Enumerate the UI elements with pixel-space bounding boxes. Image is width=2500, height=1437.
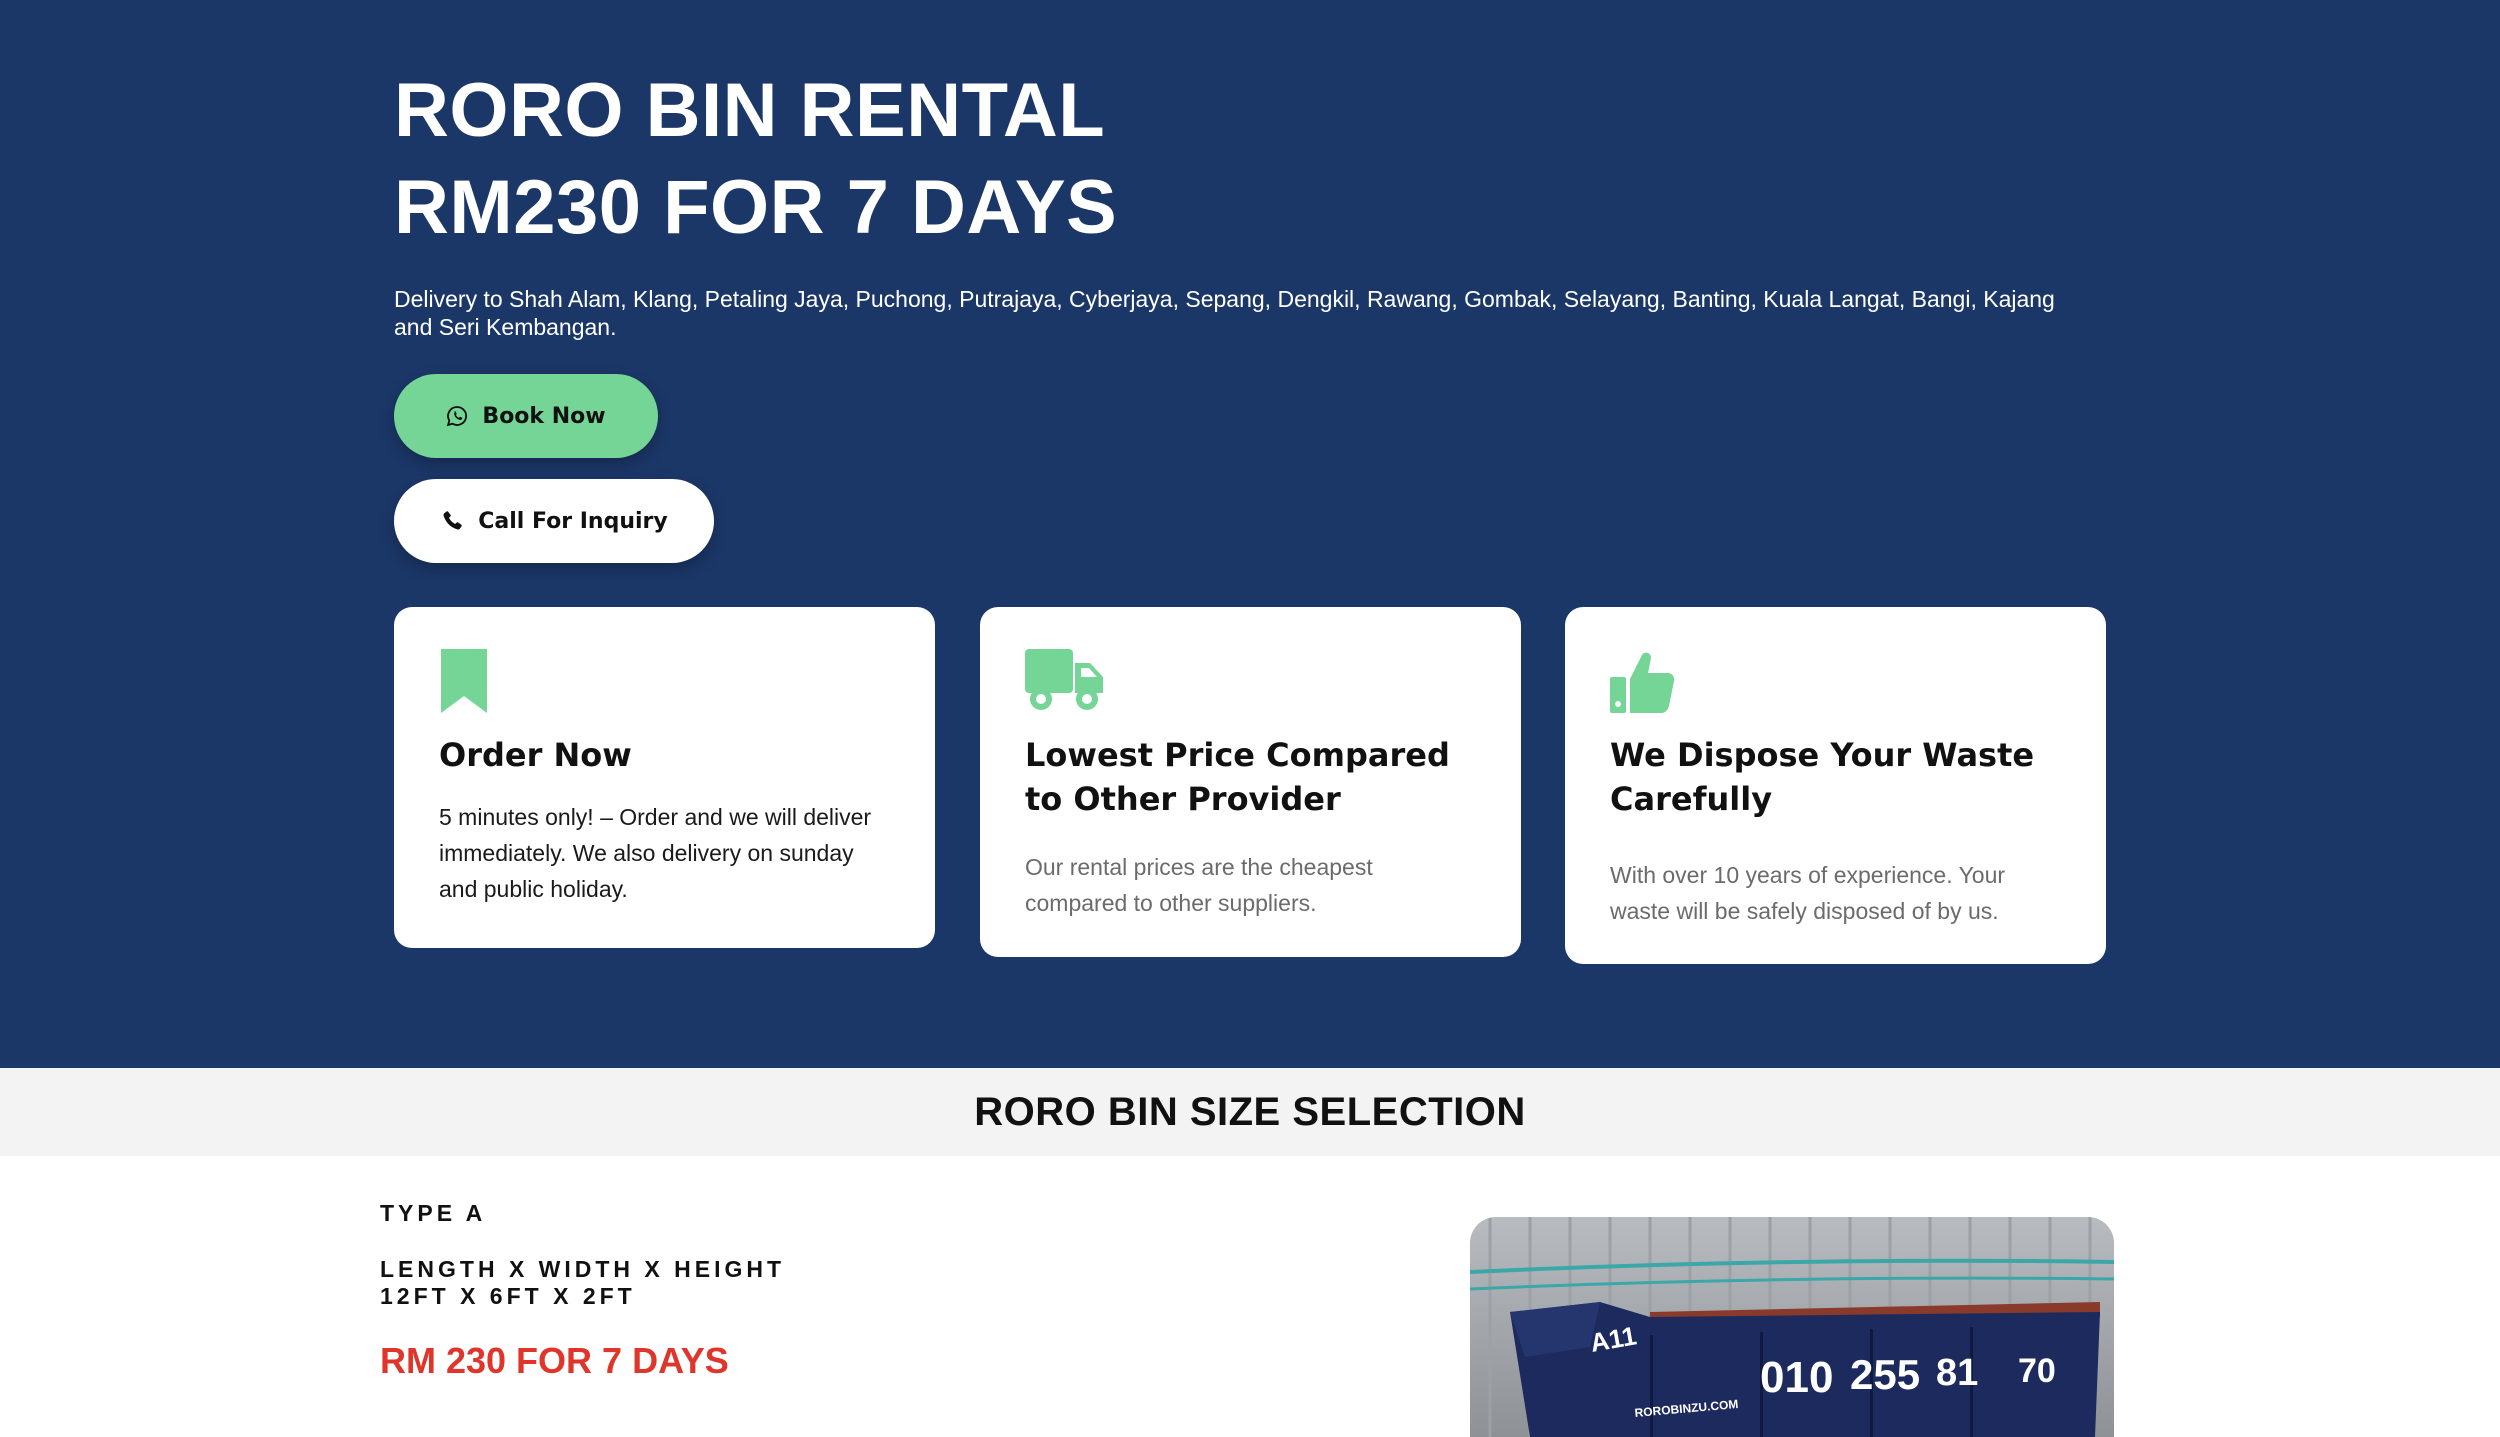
size-selection-band: RORO BIN SIZE SELECTION <box>0 1068 2500 1156</box>
feature-text: 5 minutes only! – Order and we will deli… <box>439 804 872 902</box>
truck-icon <box>1025 649 1103 710</box>
dimensions-label: LENGTH X WIDTH X HEIGHT <box>380 1256 786 1282</box>
phone-part-4: 70 <box>2018 1352 2056 1390</box>
delivery-areas-text: Delivery to Shah Alam, Klang, Petaling J… <box>394 286 2055 340</box>
bin-price: RM 230 FOR 7 DAYS <box>380 1340 729 1381</box>
feature-title: Lowest Price Compared to Other Provider <box>1025 736 1450 818</box>
feature-card-order-now: Order Now 5 minutes only! – Order and we… <box>394 607 935 948</box>
feature-card-dispose-waste: We Dispose Your Waste Carefully With ove… <box>1565 607 2106 964</box>
bookmark-icon <box>441 649 487 713</box>
call-for-inquiry-button[interactable]: Call For Inquiry <box>394 479 714 563</box>
size-selection-title: RORO BIN SIZE SELECTION <box>974 1089 1526 1134</box>
feature-text: With over 10 years of experience. Your w… <box>1610 862 2006 924</box>
book-now-label: Book Now <box>482 403 606 429</box>
thumbs-up-icon <box>1610 652 1675 713</box>
feature-card-lowest-price: Lowest Price Compared to Other Provider … <box>980 607 1521 957</box>
hero-section: RORO BIN RENTAL RM230 FOR 7 DAYS Deliver… <box>0 0 2500 1068</box>
call-for-inquiry-label: Call For Inquiry <box>478 508 668 534</box>
phone-part-1: 010 <box>1760 1353 1833 1402</box>
hero-title-line2: RM230 FOR 7 DAYS <box>394 165 1118 250</box>
dimensions-value: 12FT X 6FT X 2FT <box>380 1283 636 1309</box>
roro-bin-photo: A11 010 255 81 70 ROROBINZU.COM <box>1470 1217 2114 1437</box>
whatsapp-icon <box>447 406 468 427</box>
hero-title-line1: RORO BIN RENTAL <box>394 68 1106 153</box>
hero-title: RORO BIN RENTAL RM230 FOR 7 DAYS <box>394 62 1794 256</box>
bin-type-label: TYPE A <box>380 1200 487 1226</box>
feature-title: We Dispose Your Waste Carefully <box>1610 736 2035 818</box>
feature-text: Our rental prices are the cheapest compa… <box>1025 854 1373 916</box>
phone-part-3: 81 <box>1936 1352 1978 1394</box>
bin-dimensions: LENGTH X WIDTH X HEIGHT 12FT X 6FT X 2FT <box>380 1256 785 1310</box>
book-now-button[interactable]: Book Now <box>394 374 658 458</box>
feature-title: Order Now <box>439 736 632 774</box>
roro-bin-photo-art: A11 010 255 81 70 ROROBINZU.COM <box>1470 1217 2114 1437</box>
phone-part-2: 255 <box>1850 1351 1920 1398</box>
phone-icon <box>443 511 462 530</box>
